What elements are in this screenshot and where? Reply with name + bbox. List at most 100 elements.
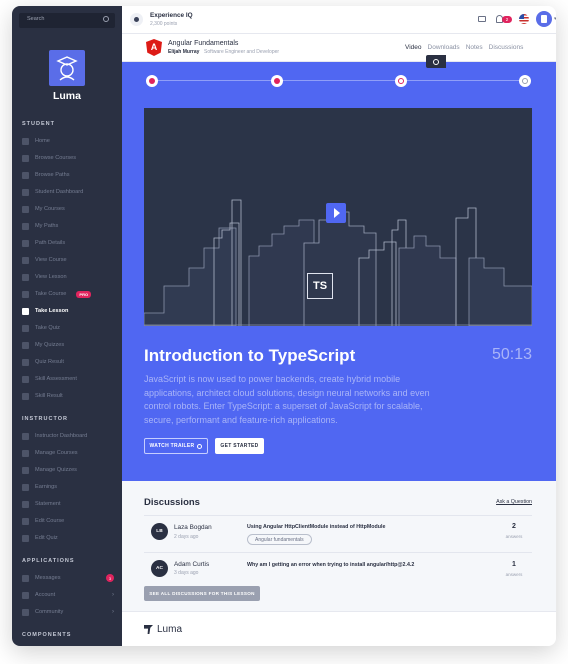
post-add-icon [22,517,29,525]
sidebar-item-manage-courses[interactable]: Manage Courses [22,447,118,459]
footer-logo[interactable]: Luma [144,624,182,635]
sidebar-item-path-details[interactable]: Path Details [22,237,118,249]
discussion-author[interactable]: Adam Curtis [174,561,209,568]
sidebar-item-statement[interactable]: Statement [22,498,118,510]
avatar[interactable]: LB [151,523,168,540]
chevron-right-icon: › [112,592,114,598]
discussions-title: Discussions [144,497,200,508]
sidebar-item-home[interactable]: Home [22,135,118,147]
sidebar-item-account[interactable]: Account › [22,589,118,601]
see-all-discussions-button[interactable]: SEE ALL DISCUSSIONS FOR THIS LESSON [144,586,260,601]
experience-iq-icon[interactable] [130,13,143,26]
sidebar: Search Luma STUDENT Home Browse Courses … [12,6,122,646]
us-flag-icon[interactable] [519,14,529,24]
lesson-description: JavaScript is now used to power backends… [144,374,430,425]
author-name[interactable]: Elijah Murray [168,49,199,55]
search-placeholder: Search [27,16,45,22]
sidebar-item-earnings[interactable]: Earnings [22,481,118,493]
sidebar-item-student-dashboard[interactable]: Student Dashboard [22,186,118,198]
sidebar-item-browse-courses[interactable]: Browse Courses [22,152,118,164]
sidebar-item-take-course[interactable]: Take Course PRO [22,288,118,300]
discussion-author[interactable]: Laza Bogdan [174,524,212,531]
tab-downloads[interactable]: Downloads [428,44,460,51]
search-icon [22,205,29,213]
receipt-icon [22,500,29,508]
sidebar-item-edit-quiz[interactable]: Edit Quiz [22,532,118,544]
divider [144,515,532,516]
step-3-indicator[interactable] [395,75,407,87]
course-title[interactable]: Angular Fundamentals [168,40,238,47]
sidebar-item-take-lesson[interactable]: Take Lesson [22,305,118,317]
get-started-button[interactable]: GET STARTED [215,438,264,454]
settings-gear-icon[interactable] [426,55,446,68]
author-role: Software Engineer and Developer [204,49,280,55]
mail-icon[interactable] [478,16,486,22]
sidebar-item-messages[interactable]: Messages 3 [22,572,118,584]
sidebar-item-my-courses[interactable]: My Courses [22,203,118,215]
sidebar-item-browse-paths[interactable]: Browse Paths [22,169,118,181]
ask-question-link[interactable]: Ask a Question [496,499,532,505]
watch-trailer-button[interactable]: WATCH TRAILER [144,438,208,454]
import-contacts-icon [22,449,29,457]
footer: Luma [122,611,556,646]
user-avatar[interactable] [536,11,552,27]
sidebar-item-my-quizzes[interactable]: My Quizzes [22,339,118,351]
tab-video[interactable]: Video [405,44,422,51]
discussion-question[interactable]: Why am I getting an error when trying to… [247,562,414,568]
sidebar-item-take-quiz[interactable]: Take Quiz [22,322,118,334]
app-window: Search Luma STUDENT Home Browse Courses … [12,6,556,646]
school-icon [22,432,29,440]
help-icon [22,466,29,474]
assignment-turned-in-icon [22,392,29,400]
timeline-icon [22,239,29,247]
top-navbar: Experience IQ 2,300 points 2 ▾ [122,6,556,34]
step-2-indicator[interactable] [271,75,283,87]
luma-logo-icon[interactable] [49,50,85,86]
sidebar-item-my-paths[interactable]: My Paths [22,220,118,232]
discussion-tag[interactable]: Angular fundamentals [247,534,312,545]
sidebar-item-view-lesson[interactable]: View Lesson [22,271,118,283]
answer-count: 2 [512,523,516,530]
sidebar-item-manage-quizzes[interactable]: Manage Quizzes [22,464,118,476]
account-icon [22,591,29,599]
trending-up-icon [22,483,29,491]
poll-icon [22,341,29,349]
discussion-question[interactable]: Using Angular HttpClientModule instead o… [247,524,385,530]
sidebar-item-quiz-result[interactable]: Quiz Result [22,356,118,368]
community-icon [22,608,29,616]
sidebar-item-instructor-dashboard[interactable]: Instructor Dashboard [22,430,118,442]
chevron-down-icon[interactable]: ▾ [554,16,556,22]
messages-count-badge: 3 [106,574,114,582]
assignment-icon [22,375,29,383]
tab-notes[interactable]: Notes [466,44,483,51]
typescript-logo: TS [307,273,333,299]
dvr-icon [22,324,29,332]
section-heading-applications: APPLICATIONS [22,558,75,564]
trending-icon [22,222,29,230]
poll-icon [22,358,29,366]
lesson-hero: TS Introduction to TypeScript 50:13 Java… [122,62,556,481]
discussion-time: 2 days ago [174,534,199,540]
discussions-section: Discussions Ask a Question LB Laza Bogda… [122,481,556,611]
section-heading-components: COMPONENTS [22,632,72,638]
step-1-indicator[interactable] [146,75,158,87]
sidebar-item-community[interactable]: Community › [22,606,118,618]
sidebar-item-edit-course[interactable]: Edit Course [22,515,118,527]
tab-discussions[interactable]: Discussions [489,44,524,51]
section-heading-student: STUDENT [22,121,55,127]
sidebar-item-skill-assessment[interactable]: Skill Assessment [22,373,118,385]
avatar[interactable]: AC [151,560,168,577]
messages-icon [22,574,29,582]
video-player[interactable]: TS [144,108,532,326]
divider [144,552,532,553]
lesson-duration: 50:13 [491,346,532,363]
search-icon [103,16,109,22]
lesson-tabs: Video Downloads Notes Discussions [405,44,523,51]
sidebar-item-skill-result[interactable]: Skill Result [22,390,118,402]
chevron-right-icon: › [112,609,114,615]
step-4-indicator[interactable] [519,75,531,87]
sidebar-search-input[interactable]: Search [19,13,115,28]
sidebar-item-view-course[interactable]: View Course [22,254,118,266]
play-button[interactable] [326,203,346,223]
play-circle-icon [22,273,29,281]
